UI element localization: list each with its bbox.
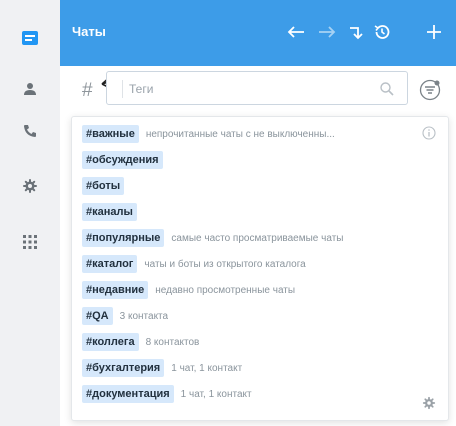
tag-label: #обсуждения — [82, 151, 163, 169]
tag-label: #документация — [82, 385, 174, 403]
tag-description: непрочитанные чаты с не выключенны... — [145, 128, 335, 140]
jump-button[interactable] — [343, 20, 367, 44]
chats-nav-button[interactable] — [15, 23, 45, 53]
tag-suggestion-item[interactable]: #бухгалтерия 1 чат, 1 контакт — [82, 359, 242, 377]
tag-description: чаты и боты из открытого каталога — [144, 258, 306, 270]
tag-suggestion-item[interactable]: #популярные самые часто просматриваемые ч… — [82, 229, 343, 247]
forward-button[interactable] — [315, 20, 339, 44]
tag-description: недавно просмотренные чаты — [155, 284, 296, 296]
filter-icon — [419, 79, 441, 101]
tag-search-row: # — [60, 66, 456, 116]
tag-label: #коллега — [82, 333, 139, 351]
apps-nav-button[interactable] — [15, 227, 45, 257]
tag-label: #важные — [82, 125, 139, 143]
hash-symbol: # — [82, 80, 93, 101]
forward-arrow-icon — [319, 26, 336, 38]
chat-icon — [22, 31, 38, 45]
info-icon[interactable] — [422, 126, 436, 140]
tag-suggestion-item[interactable]: #обсуждения — [82, 151, 163, 169]
contacts-icon — [24, 83, 36, 95]
tag-suggestion-item[interactable]: #коллега 8 контактов — [82, 333, 199, 351]
tag-suggestion-item[interactable]: #каналы — [82, 203, 137, 221]
tag-label: #QA — [82, 307, 113, 325]
tag-description: 3 контакта — [119, 310, 169, 322]
tag-suggestions-dropdown: #важные непрочитанные чаты с не выключенн… — [71, 116, 449, 421]
chats-header: Чаты — [60, 0, 456, 66]
tag-label: #боты — [82, 177, 125, 195]
tag-suggestion-item[interactable]: #документация 1 чат, 1 контакт — [82, 385, 252, 403]
tag-description: 8 контактов — [145, 336, 200, 348]
contacts-nav-button[interactable] — [15, 74, 45, 104]
tag-description: 1 чат, 1 контакт — [171, 362, 243, 374]
phone-icon — [24, 125, 36, 137]
add-icon — [427, 25, 441, 39]
tag-label: #популярные — [82, 229, 165, 247]
page-title: Чаты — [72, 24, 106, 39]
filter-button[interactable] — [418, 78, 442, 102]
back-arrow-icon — [287, 26, 304, 38]
tag-suggestion-item[interactable]: #QA 3 контакта — [82, 307, 168, 325]
tag-description: самые часто просматриваемые чаты — [171, 232, 344, 244]
tag-search-box — [106, 71, 408, 105]
tag-suggestion-item[interactable]: #боты — [82, 177, 125, 195]
tag-search-input[interactable] — [122, 80, 372, 98]
left-rail — [0, 0, 60, 426]
tag-label: #недавние — [82, 281, 149, 299]
tag-settings-icon[interactable] — [422, 396, 436, 410]
history-icon — [374, 25, 390, 39]
tag-label: #каналы — [82, 203, 137, 221]
apps-grid-icon — [23, 235, 37, 249]
tag-label: #бухгалтерия — [82, 359, 165, 377]
add-button[interactable] — [422, 20, 446, 44]
tag-label: #каталог — [82, 255, 138, 273]
tag-suggestion-item[interactable]: #недавние недавно просмотренные чаты — [82, 281, 295, 299]
tag-description: 1 чат, 1 контакт — [180, 388, 252, 400]
search-icon — [380, 82, 394, 96]
calls-nav-button[interactable] — [15, 116, 45, 146]
tag-suggestion-item[interactable]: #важные непрочитанные чаты с не выключенн… — [82, 125, 335, 143]
tag-suggestion-item[interactable]: #каталог чаты и боты из открытого каталог… — [82, 255, 306, 273]
history-button[interactable] — [370, 20, 394, 44]
back-button[interactable] — [284, 20, 308, 44]
jump-icon — [350, 27, 363, 40]
settings-nav-button[interactable] — [15, 171, 45, 201]
settings-icon — [23, 179, 37, 193]
